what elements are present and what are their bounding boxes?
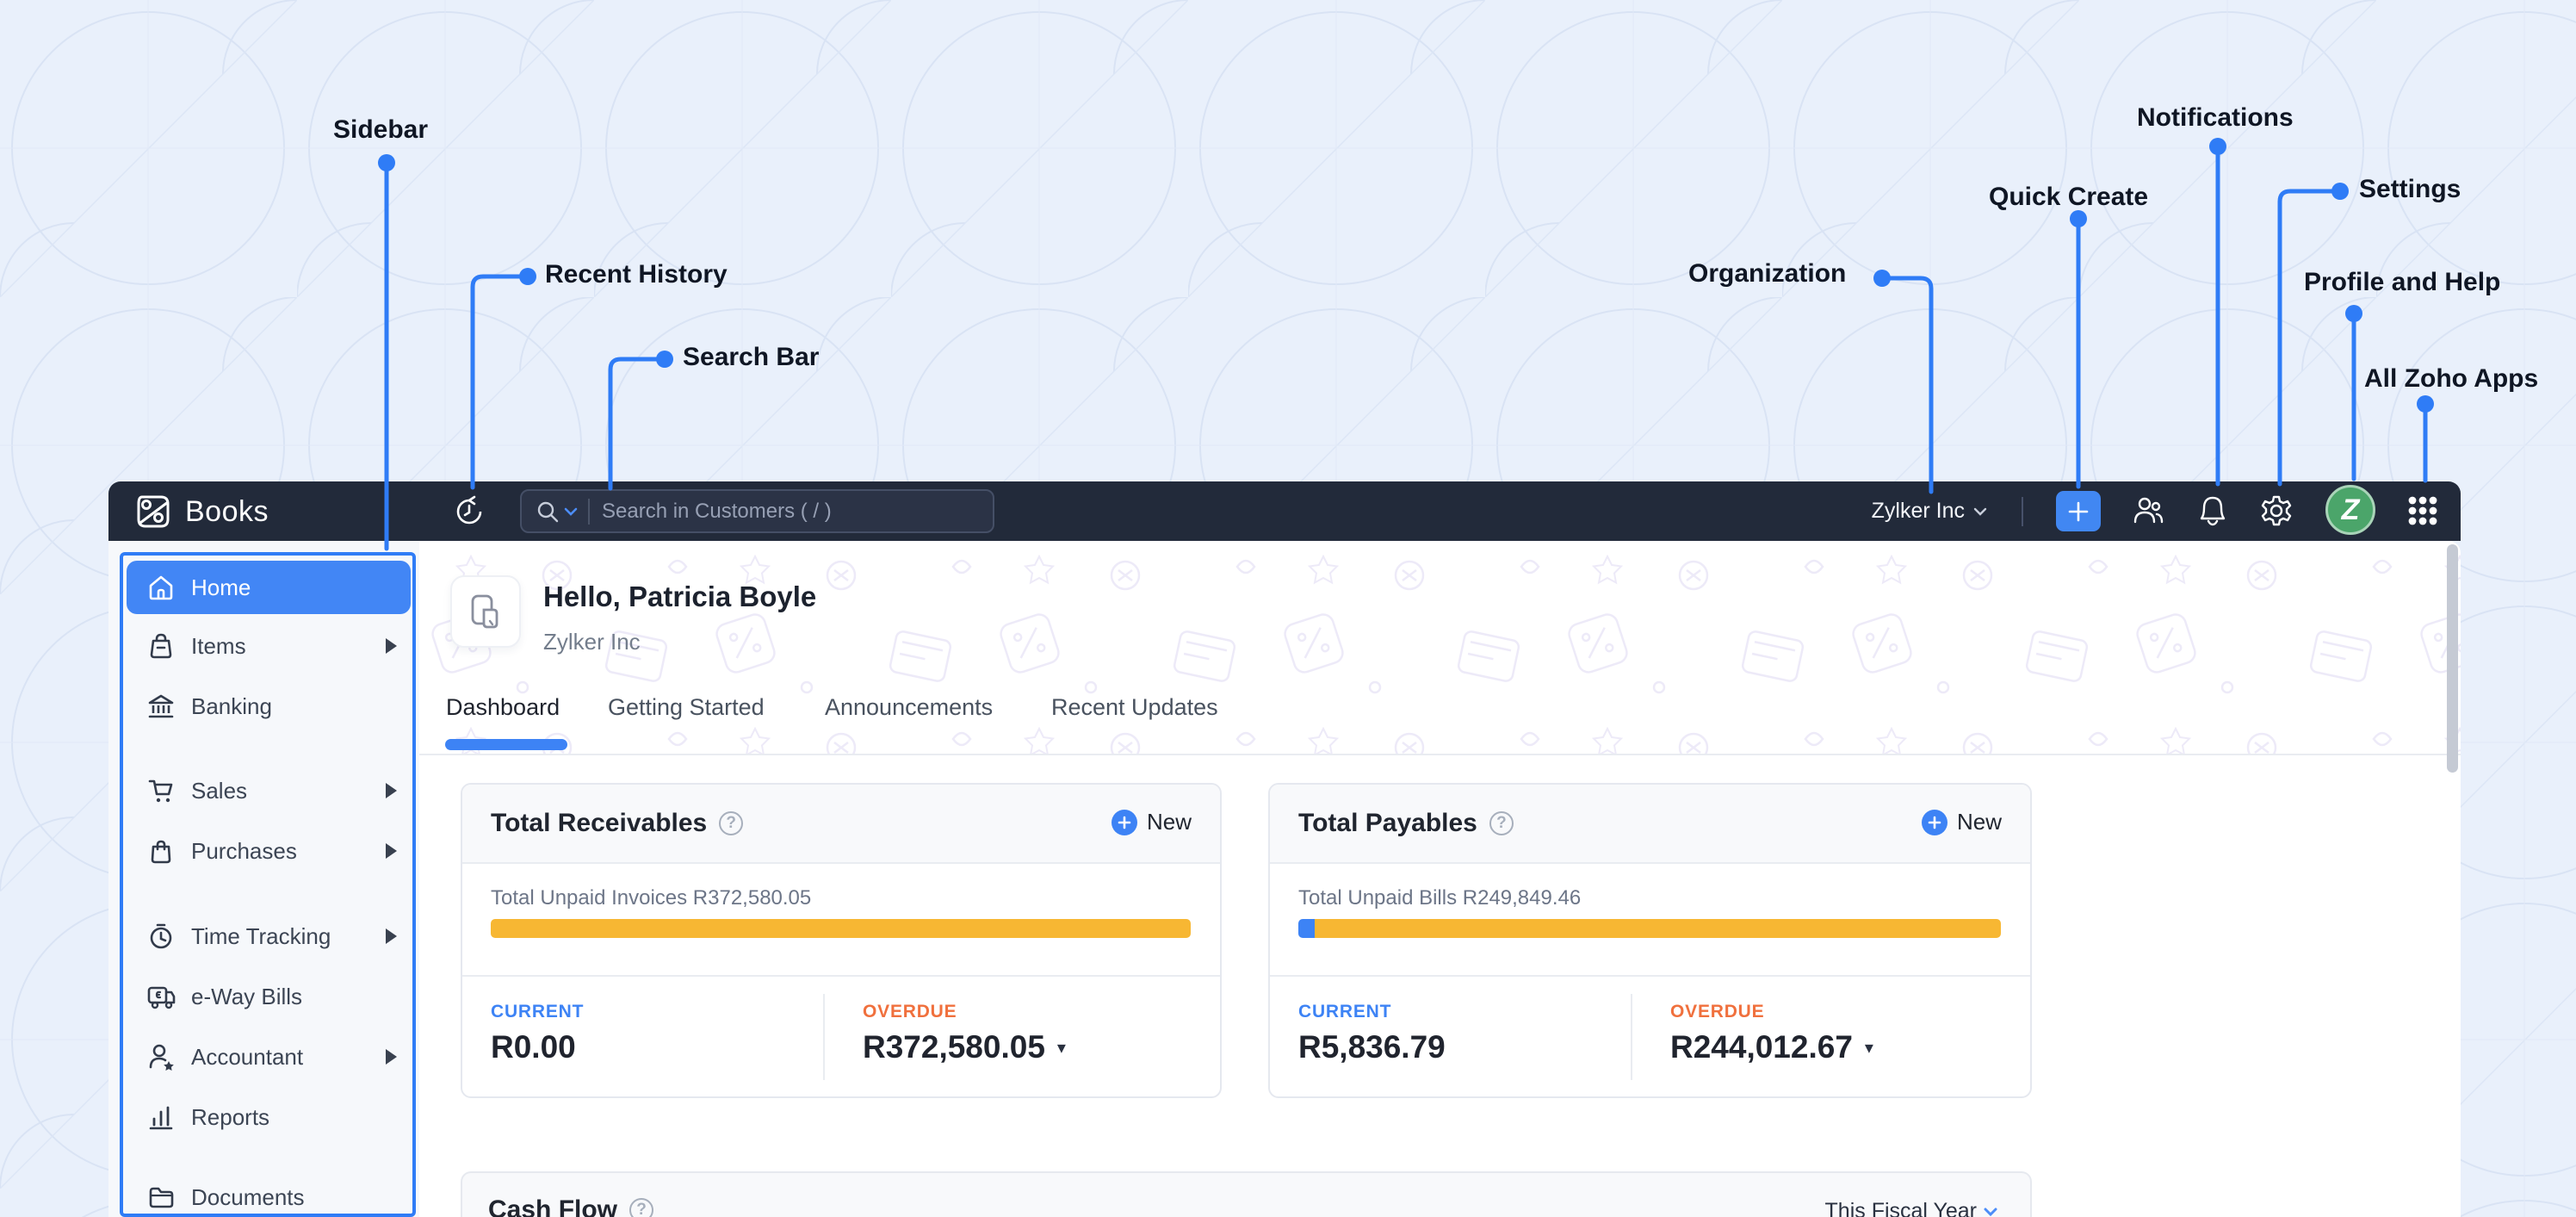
banner-divider	[419, 754, 2461, 755]
search-divider	[588, 498, 590, 525]
overdue-value-dropdown[interactable]: R244,012.67 ▾	[1670, 1029, 1873, 1065]
gear-icon	[2261, 495, 2292, 526]
tab-announcements[interactable]: Announcements	[825, 694, 993, 721]
dropdown-caret-icon: ▾	[1056, 1038, 1066, 1058]
avatar-initial: Z	[2341, 493, 2360, 526]
plus-circle-icon	[1111, 809, 1137, 835]
help-icon[interactable]: ?	[719, 811, 744, 835]
apps-grid-icon	[2408, 496, 2437, 525]
card-title: Total Receivables ?	[491, 809, 744, 838]
new-button-label: New	[1956, 809, 2002, 835]
new-button-label: New	[1146, 809, 1192, 835]
profile-avatar[interactable]: Z	[2325, 485, 2375, 535]
card-title: Total Payables ?	[1298, 809, 1514, 838]
annotation-search-bar: Search Bar	[683, 343, 820, 371]
active-tab-underline	[445, 739, 567, 750]
banner-doodle-pattern	[419, 541, 2461, 754]
recent-history-icon[interactable]	[452, 494, 486, 529]
organization-name: Zylker Inc	[1871, 499, 1965, 523]
annotation-profile-and-help: Profile and Help	[2304, 268, 2501, 296]
card-footer-divider	[1270, 975, 2030, 977]
cash-flow-title-text: Cash Flow	[488, 1195, 618, 1217]
footer-vertical-divider	[1631, 994, 1632, 1080]
amber-bar-segment	[491, 919, 1191, 938]
card-footer-divider	[462, 975, 1220, 977]
overdue-label: OVERDUE	[1670, 1002, 1765, 1021]
invoice-icon	[471, 594, 498, 629]
amber-bar-segment	[1314, 919, 2001, 938]
greeting-text: Hello, Patricia Boyle	[543, 581, 817, 612]
plus-circle-icon	[1921, 809, 1947, 835]
cash-flow-card: Cash Flow ? This Fiscal Year	[461, 1171, 2032, 1217]
total-payables-card: Total Payables ? New Total Unpaid Bills …	[1268, 783, 2032, 1098]
books-logo-icon	[137, 495, 170, 528]
topbar-divider	[2022, 497, 2023, 526]
tab-getting-started[interactable]: Getting Started	[608, 694, 765, 721]
current-label: CURRENT	[491, 1002, 585, 1021]
card-title-text: Total Payables	[1298, 809, 1477, 837]
annotation-sidebar: Sidebar	[333, 115, 429, 144]
greeting-card-icon	[450, 575, 521, 648]
books-logo: Books	[135, 494, 269, 530]
topbar: Books Zylker Inc	[108, 481, 2461, 541]
search-bar	[520, 489, 994, 533]
card-header: Total Payables ? New	[1270, 785, 2030, 864]
current-label: CURRENT	[1298, 1002, 1392, 1021]
new-receivable-button[interactable]: New	[1111, 809, 1192, 835]
new-payable-button[interactable]: New	[1921, 809, 2002, 835]
unpaid-summary: Total Unpaid Invoices R372,580.05	[491, 886, 812, 910]
organization-caret-icon	[1973, 507, 1987, 516]
annotation-notifications: Notifications	[2137, 103, 2294, 132]
content-scrollbar[interactable]	[2447, 544, 2458, 773]
dropdown-caret-icon: ▾	[1864, 1038, 1873, 1058]
help-icon[interactable]: ?	[1489, 811, 1514, 835]
fiscal-year-dropdown[interactable]: This Fiscal Year	[1825, 1199, 1997, 1217]
overdue-value: R372,580.05	[863, 1029, 1045, 1065]
app-window: Books Zylker Inc	[108, 481, 2461, 1217]
search-icon[interactable]	[536, 500, 559, 523]
company-name: Zylker Inc	[543, 629, 641, 655]
bell-icon	[2200, 496, 2226, 526]
users-icon	[2133, 497, 2164, 524]
current-value: R0.00	[491, 1029, 576, 1065]
chevron-down-icon	[1984, 1208, 1997, 1216]
fiscal-year-label: This Fiscal Year	[1824, 1199, 1977, 1217]
receivables-progress-bar	[491, 919, 1191, 938]
annotation-all-zoho-apps: All Zoho Apps	[2364, 364, 2539, 393]
notifications-button[interactable]	[2194, 492, 2232, 530]
tab-dashboard[interactable]: Dashboard	[446, 694, 560, 721]
organization-dropdown[interactable]: Zylker Inc	[1872, 481, 1987, 541]
annotation-organization: Organization	[1688, 259, 1847, 288]
payables-progress-bar	[1298, 919, 2001, 938]
annotation-quick-create: Quick Create	[1989, 183, 2149, 211]
main-content: Hello, Patricia Boyle Zylker Inc Dashboa…	[419, 541, 2461, 1217]
search-input[interactable]	[602, 499, 920, 524]
product-name: Books	[185, 494, 269, 528]
footer-vertical-divider	[823, 994, 825, 1080]
settings-button[interactable]	[2257, 492, 2295, 530]
card-title-text: Total Receivables	[491, 809, 708, 837]
current-value: R5,836.79	[1298, 1029, 1446, 1065]
plus-icon	[2068, 501, 2089, 521]
help-icon[interactable]: ?	[629, 1198, 654, 1217]
total-receivables-card: Total Receivables ? New Total Unpaid Inv…	[461, 783, 1222, 1098]
quick-create-button[interactable]	[2056, 491, 2101, 531]
referrals-button[interactable]	[2130, 492, 2168, 530]
cash-flow-title: Cash Flow ?	[488, 1195, 654, 1217]
overdue-label: OVERDUE	[863, 1002, 957, 1021]
annotation-recent-history: Recent History	[545, 260, 728, 289]
search-scope-caret-icon[interactable]	[564, 507, 578, 516]
overdue-value-dropdown[interactable]: R372,580.05 ▾	[863, 1029, 1066, 1065]
card-header: Total Receivables ? New	[462, 785, 1220, 864]
all-zoho-apps-button[interactable]	[2404, 492, 2442, 530]
sidebar-annotation-outline	[120, 552, 416, 1217]
tab-recent-updates[interactable]: Recent Updates	[1051, 694, 1218, 721]
blue-bar-segment	[1298, 919, 1315, 938]
overdue-value: R244,012.67	[1670, 1029, 1853, 1065]
unpaid-summary: Total Unpaid Bills R249,849.46	[1298, 886, 1582, 910]
annotation-settings: Settings	[2359, 175, 2461, 203]
